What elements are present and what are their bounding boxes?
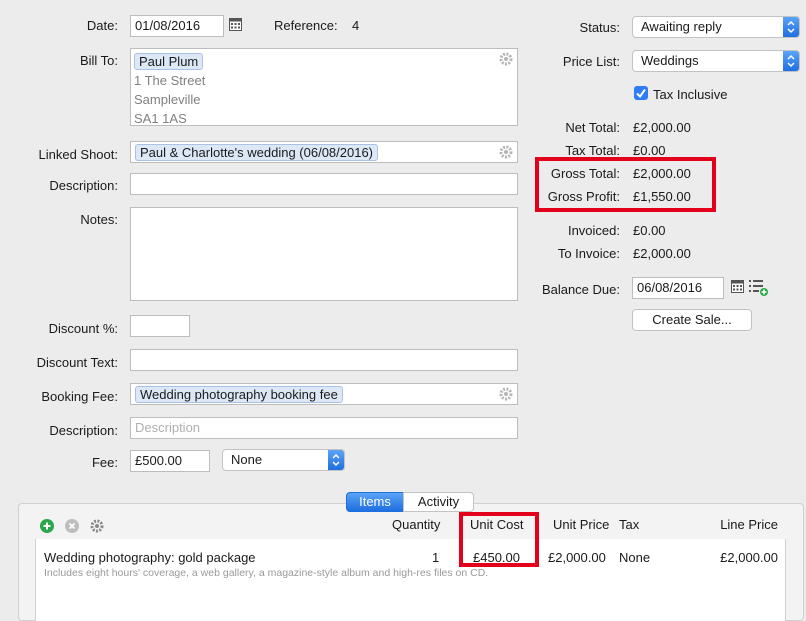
date-label: Date: — [86, 18, 118, 33]
fee-field[interactable]: £500.00 — [130, 450, 210, 472]
chevron-updown-icon — [783, 17, 799, 37]
discount-text-label: Discount Text: — [36, 355, 118, 370]
highlight-box-unit-cost — [459, 512, 539, 567]
description-field[interactable] — [130, 173, 518, 195]
fee-label: Fee: — [91, 455, 118, 470]
status-select[interactable]: Awaiting reply — [632, 16, 800, 38]
address-line-2: Sampleville — [134, 92, 201, 107]
add-schedule-icon[interactable] — [749, 279, 769, 300]
item-details: Includes eight hours' coverage, a web ga… — [44, 567, 489, 579]
discount-percent-field[interactable] — [130, 315, 190, 337]
bill-to-field[interactable]: Paul Plum 1 The Street Sampleville SA1 1… — [130, 48, 518, 126]
booking-fee-token[interactable]: Wedding photography booking fee — [135, 386, 343, 403]
calendar-icon[interactable] — [229, 17, 242, 34]
fee-tax-select[interactable]: None — [222, 449, 345, 471]
bill-to-label: Bill To: — [79, 53, 118, 68]
description-label: Description: — [49, 178, 118, 193]
net-total-label: Net Total: — [565, 120, 620, 135]
remove-item-icon[interactable] — [65, 519, 79, 536]
chevron-updown-icon — [328, 450, 344, 470]
linked-shoot-token[interactable]: Paul & Charlotte's wedding (06/08/2016) — [135, 144, 379, 161]
booking-fee-label: Booking Fee: — [41, 389, 118, 404]
gear-icon[interactable] — [499, 387, 513, 401]
column-header-line-price[interactable]: Line Price — [720, 517, 778, 532]
item-tax[interactable]: None — [619, 550, 650, 565]
booking-fee-field[interactable]: Wedding photography booking fee — [130, 383, 518, 405]
notes-label: Notes: — [80, 212, 118, 227]
status-value: Awaiting reply — [641, 19, 722, 34]
linked-shoot-field[interactable]: Paul & Charlotte's wedding (06/08/2016) — [130, 141, 518, 163]
balance-due-field[interactable]: 06/08/2016 — [632, 277, 724, 299]
item-line-price[interactable]: £2,000.00 — [720, 550, 778, 565]
item-unit-price[interactable]: £2,000.00 — [548, 550, 606, 565]
invoiced-value: £0.00 — [633, 223, 666, 238]
column-header-quantity[interactable]: Quantity — [392, 517, 440, 532]
gear-icon[interactable] — [90, 519, 104, 536]
tax-total-value: £0.00 — [633, 143, 666, 158]
add-item-icon[interactable] — [40, 519, 54, 536]
bill-to-contact-token[interactable]: Paul Plum — [134, 53, 204, 70]
tab-activity[interactable]: Activity — [403, 492, 474, 512]
net-total-value: £2,000.00 — [633, 120, 691, 135]
fee-description-label: Description: — [49, 423, 118, 438]
date-field[interactable]: 01/08/2016 — [130, 15, 224, 37]
to-invoice-label: To Invoice: — [557, 246, 620, 261]
column-header-tax[interactable]: Tax — [619, 517, 639, 532]
invoiced-label: Invoiced: — [567, 223, 620, 238]
price-list-value: Weddings — [641, 53, 699, 68]
gear-icon[interactable] — [499, 52, 513, 66]
fee-tax-value: None — [231, 452, 263, 467]
chevron-updown-icon — [783, 51, 799, 71]
linked-shoot-label: Linked Shoot: — [38, 147, 118, 162]
address-line-3: SA1 1AS — [134, 111, 187, 126]
tax-inclusive-label: Tax Inclusive — [653, 87, 728, 102]
tab-items[interactable]: Items — [346, 492, 404, 512]
tax-total-label: Tax Total: — [565, 143, 620, 158]
address-line-1: 1 The Street — [134, 73, 206, 88]
notes-field[interactable] — [130, 207, 518, 301]
to-invoice-value: £2,000.00 — [633, 246, 691, 261]
reference-value: 4 — [352, 18, 360, 33]
gear-icon[interactable] — [499, 145, 513, 159]
status-label: Status: — [579, 20, 620, 35]
item-quantity[interactable]: 1 — [432, 550, 439, 565]
create-sale-button[interactable]: Create Sale... — [632, 309, 752, 331]
highlight-box-totals — [535, 157, 716, 212]
column-header-unit-price[interactable]: Unit Price — [553, 517, 609, 532]
fee-description-field[interactable]: Description — [130, 417, 518, 439]
reference-label: Reference: — [274, 18, 338, 33]
checkmark-icon — [636, 88, 646, 99]
price-list-label: Price List: — [562, 54, 620, 69]
calendar-icon[interactable] — [731, 279, 744, 296]
balance-due-label: Balance Due: — [541, 282, 620, 297]
item-name: Wedding photography: gold package — [44, 550, 256, 565]
tax-inclusive-checkbox[interactable] — [634, 86, 648, 100]
discount-text-field[interactable] — [130, 349, 518, 371]
discount-percent-label: Discount %: — [48, 321, 118, 336]
price-list-select[interactable]: Weddings — [632, 50, 800, 72]
